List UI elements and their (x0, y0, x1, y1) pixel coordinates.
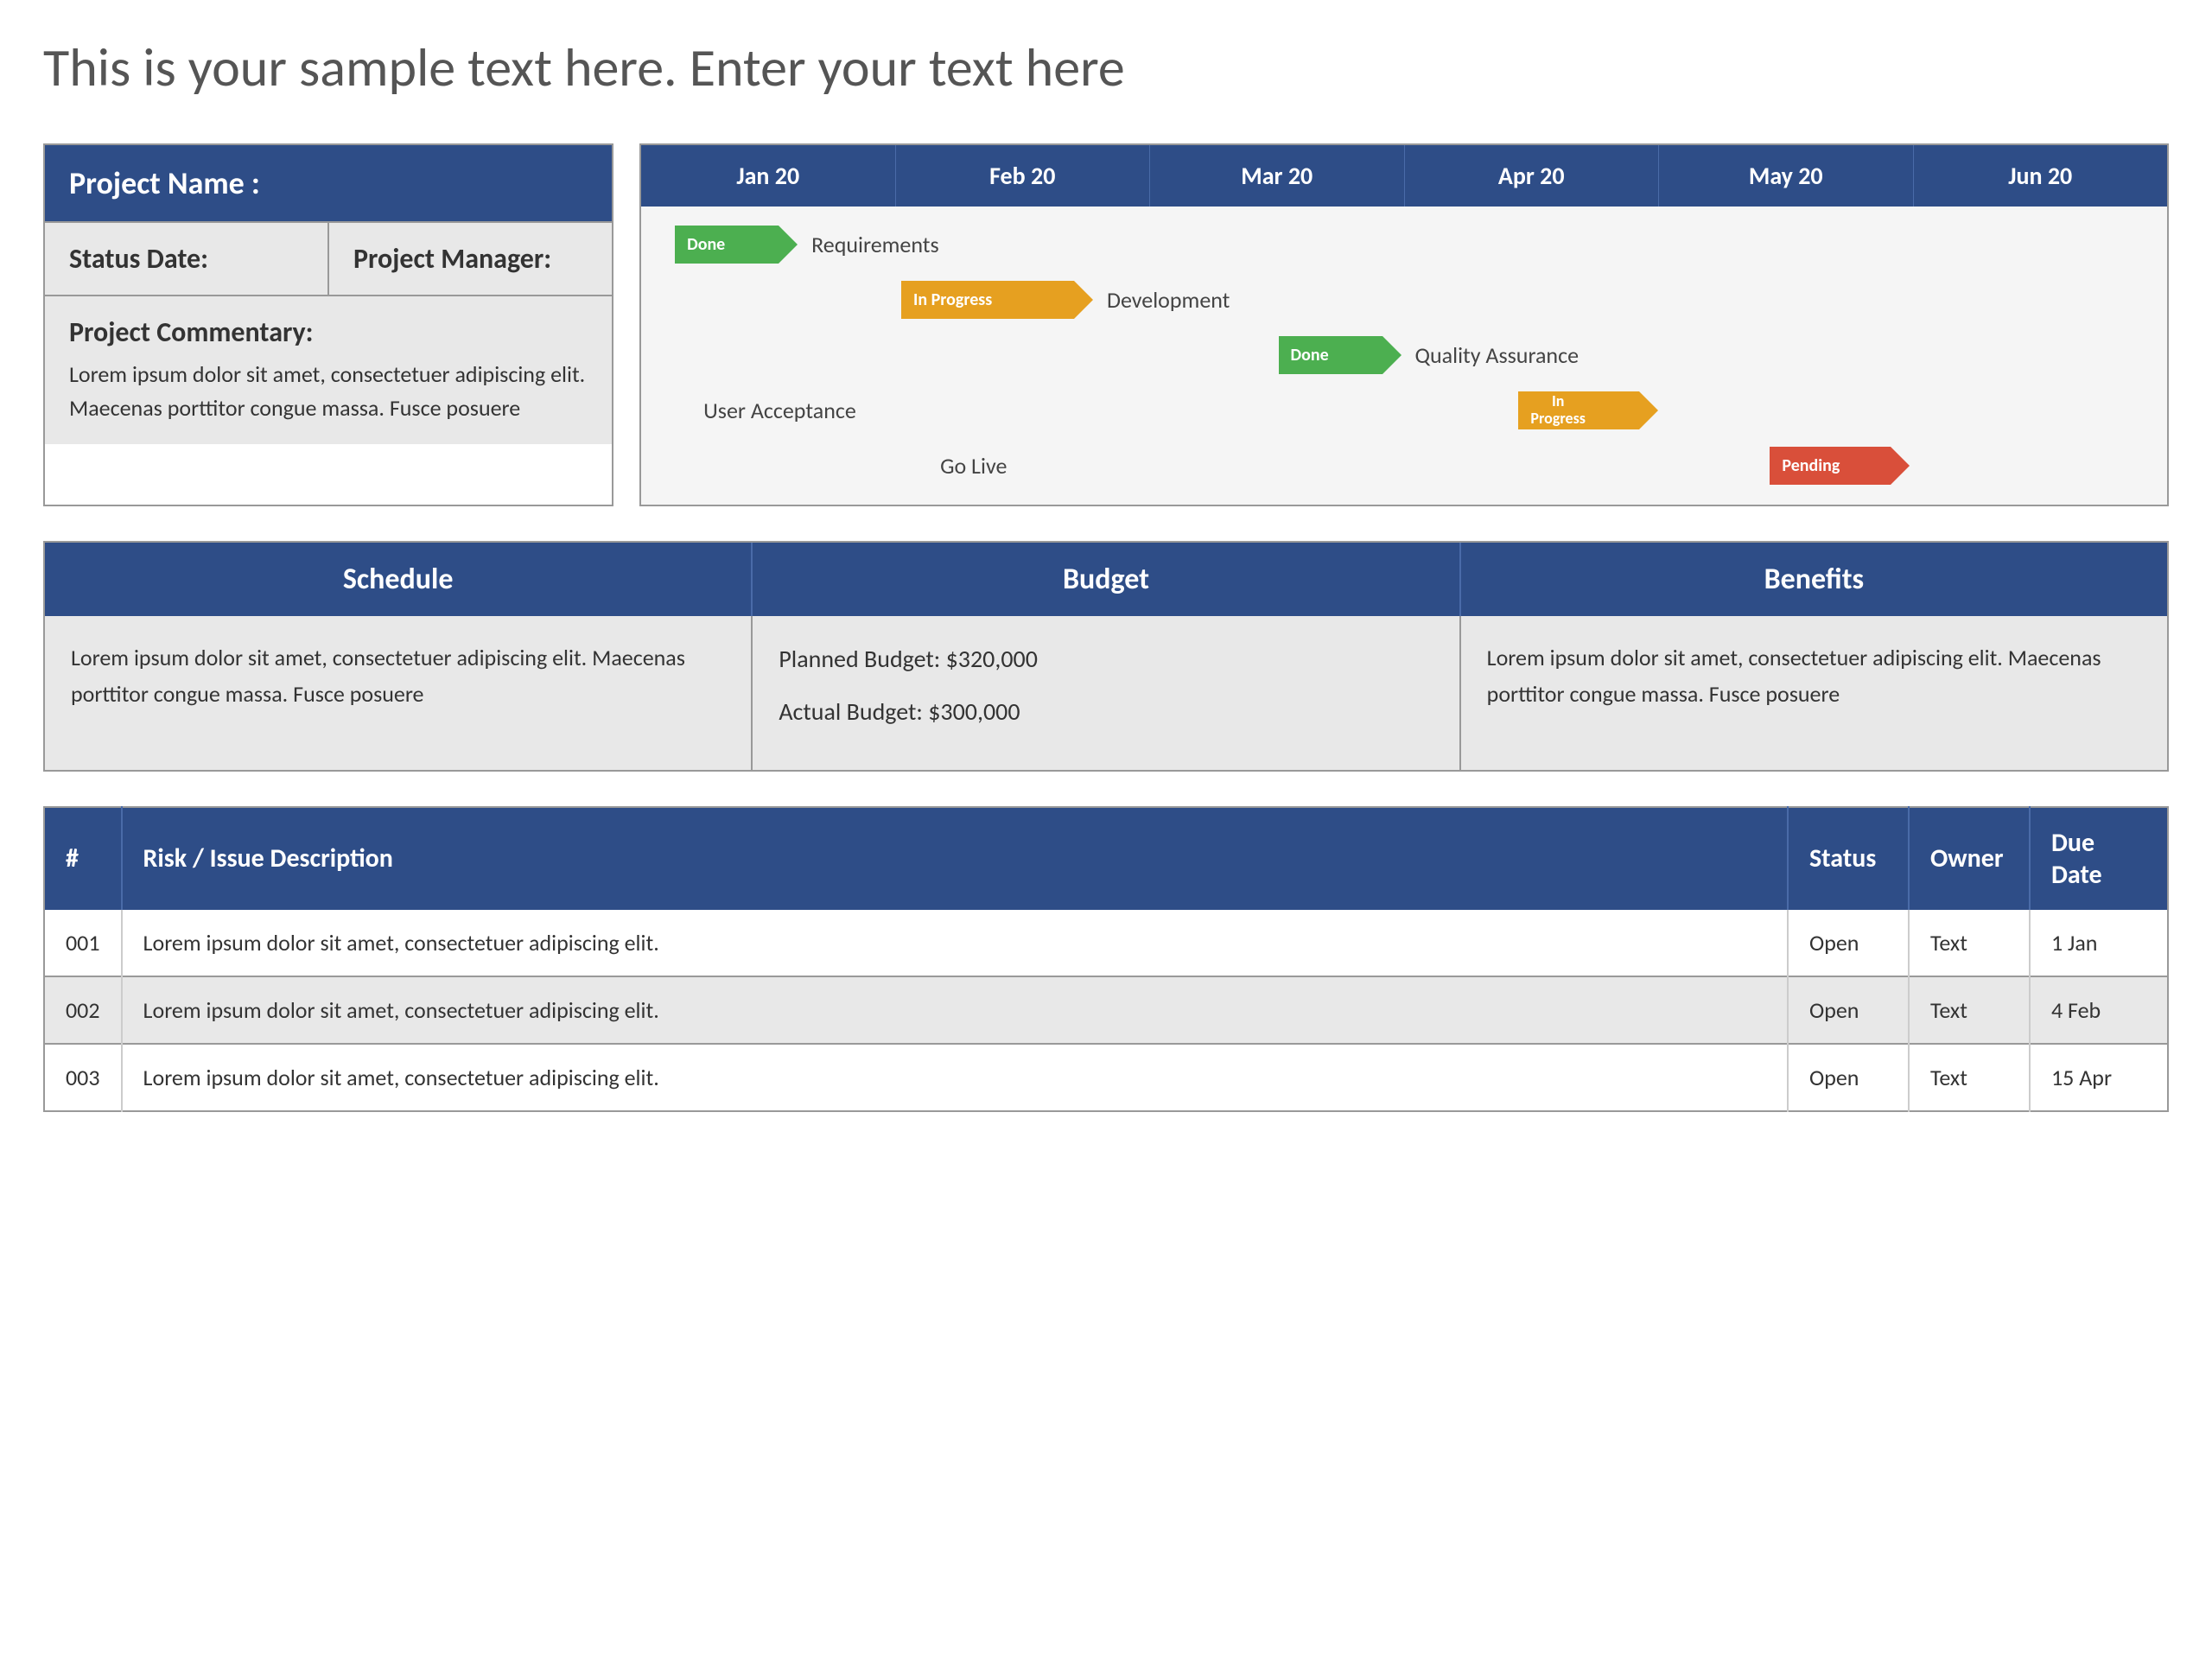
development-status: In Progress (913, 289, 992, 310)
risk-owner: Text (1909, 976, 2030, 1044)
risk-table-row: 001 Lorem ipsum dolor sit amet, consecte… (44, 910, 2168, 976)
risk-table-row: 003 Lorem ipsum dolor sit amet, consecte… (44, 1044, 2168, 1111)
commentary-title: Project Commentary: (69, 315, 588, 349)
gantt-row-development: In Progress Development (650, 275, 2158, 325)
risk-col-desc: Risk / Issue Description (122, 807, 1788, 910)
risk-owner: Text (1909, 1044, 2030, 1111)
project-manager-cell: Project Manager: (329, 223, 612, 295)
status-manager-row: Status Date: Project Manager: (45, 223, 612, 296)
risk-col-date: Due Date (2030, 807, 2168, 910)
project-name-label: Project Name : (69, 164, 260, 202)
uat-status: InProgress (1530, 393, 1586, 428)
requirements-label: Requirements (811, 231, 939, 258)
requirements-status: Done (687, 234, 725, 255)
schedule-cell: Lorem ipsum dolor sit amet, consectetuer… (45, 616, 753, 770)
budget-header: Budget (753, 543, 1460, 616)
project-manager-label: Project Manager: (353, 242, 551, 276)
actual-budget: Actual Budget: $300,000 (779, 693, 1433, 732)
sbb-section: Schedule Budget Benefits Lorem ipsum dol… (43, 541, 2169, 772)
development-label: Development (1107, 286, 1230, 314)
risk-table-row: 002 Lorem ipsum dolor sit amet, consecte… (44, 976, 2168, 1044)
commentary-row: Project Commentary: Lorem ipsum dolor si… (45, 296, 612, 444)
gantt-month-6: Jun 20 (1914, 145, 2168, 207)
development-arrow: In Progress (901, 281, 1093, 319)
sbb-body: Lorem ipsum dolor sit amet, consectetuer… (45, 616, 2167, 770)
status-date-cell: Status Date: (45, 223, 329, 295)
risk-status: Open (1788, 976, 1909, 1044)
budget-cell: Planned Budget: $320,000 Actual Budget: … (753, 616, 1460, 770)
risk-table-header-row: # Risk / Issue Description Status Owner … (44, 807, 2168, 910)
risk-col-num: # (44, 807, 122, 910)
commentary-text: Lorem ipsum dolor sit amet, consectetuer… (69, 358, 588, 425)
risk-table: # Risk / Issue Description Status Owner … (43, 806, 2169, 1112)
gantt-month-5: May 20 (1659, 145, 1914, 207)
risk-status: Open (1788, 1044, 1909, 1111)
golive-pre-label: Go Live (664, 452, 1015, 480)
risk-col-owner: Owner (1909, 807, 2030, 910)
risk-desc: Lorem ipsum dolor sit amet, consectetuer… (122, 1044, 1788, 1111)
project-name-row: Project Name : (45, 145, 612, 223)
risk-num: 001 (44, 910, 122, 976)
top-section: Project Name : Status Date: Project Mana… (43, 143, 2169, 506)
sbb-header: Schedule Budget Benefits (45, 543, 2167, 616)
risk-due-date: 4 Feb (2030, 976, 2168, 1044)
golive-arrow: Pending (1770, 447, 1910, 485)
risk-owner: Text (1909, 910, 2030, 976)
risk-desc: Lorem ipsum dolor sit amet, consectetuer… (122, 976, 1788, 1044)
gantt-body: Done Requirements In Progress Developmen… (641, 207, 2167, 505)
benefits-header: Benefits (1461, 543, 2167, 616)
golive-status: Pending (1782, 455, 1840, 476)
risk-col-status: Status (1788, 807, 1909, 910)
gantt-month-4: Apr 20 (1405, 145, 1660, 207)
gantt-row-qa: Done Quality Assurance (650, 330, 2158, 380)
uat-arrow: InProgress (1518, 391, 1658, 429)
qa-label: Quality Assurance (1415, 341, 1580, 369)
risk-desc: Lorem ipsum dolor sit amet, consectetuer… (122, 910, 1788, 976)
risk-num: 003 (44, 1044, 122, 1111)
risk-num: 002 (44, 976, 122, 1044)
schedule-text: Lorem ipsum dolor sit amet, consectetuer… (71, 644, 685, 708)
qa-arrow: Done (1279, 336, 1402, 374)
benefits-text: Lorem ipsum dolor sit amet, consectetuer… (1487, 644, 2101, 708)
risk-status: Open (1788, 910, 1909, 976)
page-title: This is your sample text here. Enter you… (43, 35, 2169, 100)
benefits-cell: Lorem ipsum dolor sit amet, consectetuer… (1461, 616, 2167, 770)
requirements-arrow: Done (675, 226, 798, 264)
project-info-panel: Project Name : Status Date: Project Mana… (43, 143, 613, 506)
qa-status: Done (1291, 345, 1329, 365)
gantt-row-requirements: Done Requirements (650, 219, 2158, 270)
gantt-month-3: Mar 20 (1150, 145, 1405, 207)
gantt-month-2: Feb 20 (896, 145, 1151, 207)
uat-pre-label: User Acceptance (664, 397, 865, 424)
risk-due-date: 15 Apr (2030, 1044, 2168, 1111)
gantt-header: Jan 20 Feb 20 Mar 20 Apr 20 May 20 Jun 2… (641, 145, 2167, 207)
gantt-row-golive: Go Live Pending (650, 441, 2158, 491)
planned-budget: Planned Budget: $320,000 (779, 640, 1433, 679)
status-date-label: Status Date: (69, 242, 208, 276)
gantt-month-1: Jan 20 (641, 145, 896, 207)
gantt-row-uat: User Acceptance InProgress (650, 385, 2158, 435)
gantt-panel: Jan 20 Feb 20 Mar 20 Apr 20 May 20 Jun 2… (639, 143, 2169, 506)
schedule-header: Schedule (45, 543, 753, 616)
risk-due-date: 1 Jan (2030, 910, 2168, 976)
